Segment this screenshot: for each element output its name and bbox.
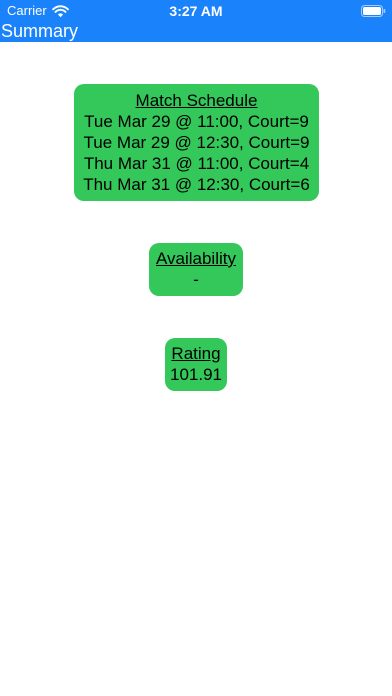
match-schedule-heading: Match Schedule xyxy=(135,91,258,110)
match-schedule-item: Thu Mar 31 @ 11:00, Court=4 xyxy=(83,154,310,173)
rating-value: 101.91 xyxy=(170,365,222,384)
rating-card: Rating 101.91 xyxy=(165,338,227,391)
match-schedule-card: Match Schedule Tue Mar 29 @ 11:00, Court… xyxy=(74,84,319,201)
availability-heading: Availability xyxy=(155,249,236,268)
match-schedule-item: Tue Mar 29 @ 11:00, Court=9 xyxy=(84,112,309,131)
match-schedule-item: Thu Mar 31 @ 12:30, Court=6 xyxy=(83,175,310,194)
battery-icon xyxy=(361,5,386,17)
availability-value: - xyxy=(193,270,199,289)
availability-card: Availability - xyxy=(149,243,243,296)
status-bar: Carrier 3:27 AM xyxy=(0,0,392,22)
status-time: 3:27 AM xyxy=(169,3,223,19)
top-bar: Carrier 3:27 AM Summary xyxy=(0,0,392,42)
nav-title: Summary xyxy=(1,21,79,41)
match-schedule-item: Tue Mar 29 @ 12:30, Court=9 xyxy=(83,133,310,152)
rating-heading: Rating xyxy=(171,344,221,363)
